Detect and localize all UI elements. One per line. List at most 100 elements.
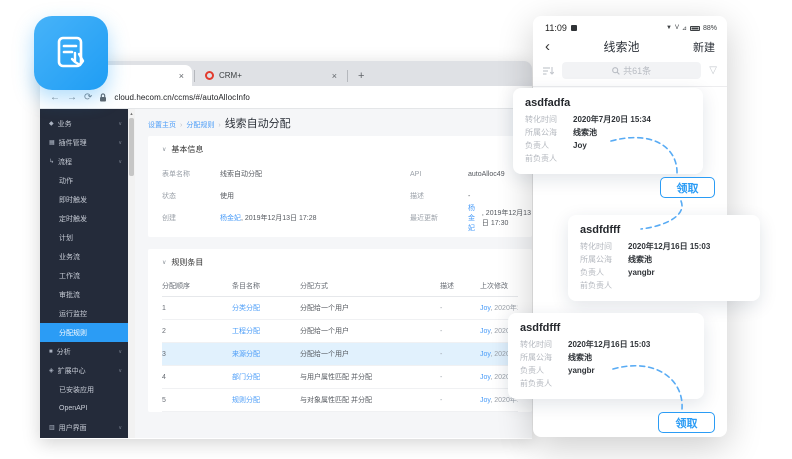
chart-icon: ■ (49, 349, 53, 355)
search-input[interactable]: 共61条 (562, 62, 701, 79)
rule-entry-link[interactable]: 部门分配 (232, 374, 260, 381)
ui-icon: ▥ (49, 424, 55, 431)
forward-icon[interactable]: → (67, 92, 77, 103)
table-row[interactable]: 2 工程分配 分配给一个用户 - Joy, 2020年12月 (162, 320, 518, 343)
sidebar-item-approval-flow[interactable]: 审批流 (40, 285, 128, 304)
sidebar-item-label: 业务流 (59, 252, 80, 262)
breadcrumb-separator: › (218, 122, 220, 129)
breadcrumb-link-allocation-rules[interactable]: 分配规则 (186, 120, 214, 130)
user-link[interactable]: 杨金妃 (468, 203, 482, 233)
lead-card[interactable]: asdfadfa 转化时间2020年7月20日 15:34 所属公海线索池 负责… (513, 88, 703, 174)
browser-tab-inactive[interactable]: CRM+ × (197, 65, 345, 86)
cell-desc: - (440, 328, 480, 335)
sidebar-item-installed-apps[interactable]: 已安装应用 (40, 380, 128, 399)
rule-entry-link[interactable]: 工程分配 (232, 328, 260, 335)
sidebar-scrollbar[interactable]: ▲ (128, 109, 135, 438)
sidebar-item-label: 工作流 (59, 271, 80, 281)
claim-button[interactable]: 领取 (658, 412, 715, 433)
rule-entry-link[interactable]: 分类分配 (232, 305, 260, 312)
table-row[interactable]: 4 部门分配 与用户属性匹配 并分配 - Joy, 2020年12月 (162, 366, 518, 389)
cell-desc: - (440, 351, 480, 358)
cell-method: 分配给一个用户 (300, 326, 440, 336)
cell-modified: , 2020年12月24日 11: (490, 305, 518, 312)
user-link[interactable]: Joy (480, 374, 490, 381)
rule-entries-panel: ∨ 规则条目 分配顺序 条目名称 分配方式 描述 上次修改 1 (148, 249, 532, 412)
sidebar-item-analysis[interactable]: ■ 分析 ∨ (40, 342, 128, 361)
cell-order: 2 (162, 328, 232, 335)
table-row[interactable]: 1 分类分配 分配给一个用户 - Joy, 2020年12月24日 11: (162, 297, 518, 320)
lead-field-label: 负责人 (520, 364, 568, 377)
create-new-button[interactable]: 新建 (693, 39, 715, 55)
scrollbar-thumb[interactable] (129, 118, 134, 176)
sidebar-item-label: 定时触发 (59, 214, 87, 224)
phone-page-title: 线索池 (550, 38, 693, 55)
sidebar-item-instant-trigger[interactable]: 即时触发 (40, 190, 128, 209)
url-text[interactable]: cloud.hecom.cn/ccms/#/autoAllocInfo (114, 93, 250, 102)
rule-entries-header[interactable]: ∨ 规则条目 (148, 249, 532, 272)
briefcase-icon: ◆ (49, 120, 54, 127)
user-link[interactable]: 杨金妃 (220, 213, 241, 223)
chevron-down-icon: ∨ (118, 349, 122, 355)
field-label: 表单名称 (162, 163, 220, 185)
table-header-row: 分配顺序 条目名称 分配方式 描述 上次修改 (162, 276, 518, 297)
lead-field-label: 所属公海 (525, 126, 573, 139)
tab-separator (194, 70, 195, 82)
sidebar-item-extension-center[interactable]: ◈扩展中心∨ (40, 361, 128, 380)
lead-field-value: yangbr (568, 364, 595, 377)
column-header: 分配顺序 (162, 281, 232, 291)
sidebar-item-label: 业务 (58, 119, 72, 129)
cell-method: 分配给一个用户 (300, 349, 440, 359)
sidebar-item-label: 动作 (59, 176, 73, 186)
claim-button[interactable]: 领取 (660, 177, 715, 198)
lead-field-label: 负责人 (580, 266, 628, 279)
basic-info-fields: 表单名称 线索自动分配 API autoAlloc49 状态 使用 描述 - 创… (148, 159, 532, 237)
sidebar-item-plan[interactable]: 计划 (40, 228, 128, 247)
sidebar-item-timed-trigger[interactable]: 定时触发 (40, 209, 128, 228)
sidebar-item-allocation-rules[interactable]: 分配规则 (40, 323, 128, 342)
column-header: 分配方式 (300, 281, 440, 291)
user-link[interactable]: Joy (480, 351, 490, 358)
user-link[interactable]: Joy (480, 328, 490, 335)
reload-icon[interactable]: ⟳ (84, 92, 92, 103)
lead-card[interactable]: asdfdfff 转化时间2020年12月16日 15:03 所属公海线索池 负… (508, 313, 704, 399)
tab-close-icon[interactable]: × (179, 71, 184, 81)
filter-icon[interactable]: ▽ (709, 65, 717, 76)
sidebar-item-business-flow[interactable]: 业务流 (40, 247, 128, 266)
field-value: 线索自动分配 (220, 163, 410, 185)
scroll-up-icon[interactable]: ▲ (128, 109, 135, 116)
sidebar-item-process[interactable]: ↳流程∨ (40, 152, 128, 171)
sidebar-item-run-monitor[interactable]: 运行监控 (40, 304, 128, 323)
collapse-caret-icon: ∨ (162, 146, 166, 153)
tab-close-icon[interactable]: × (332, 71, 337, 81)
rules-table: 分配顺序 条目名称 分配方式 描述 上次修改 1 分类分配 分配给一个用户 - … (162, 276, 518, 412)
lead-field-value: 2020年12月16日 15:03 (568, 338, 650, 351)
sidebar-item-business[interactable]: ◆业务∨ (40, 114, 128, 133)
sidebar-item-workflow[interactable]: 工作流 (40, 266, 128, 285)
sidebar-item-label: 即时触发 (59, 195, 87, 205)
sidebar-item-label: 审批流 (59, 290, 80, 300)
cell-order: 1 (162, 305, 232, 312)
rule-entry-link[interactable]: 规则分配 (232, 397, 260, 404)
lead-card[interactable]: asdfdfff 转化时间2020年12月16日 15:03 所属公海线索池 负… (568, 215, 760, 301)
sort-icon[interactable] (543, 66, 554, 76)
sidebar-item-label: 分析 (57, 347, 71, 357)
lead-field-value: 线索池 (628, 253, 652, 266)
table-row-selected[interactable]: 3 来源分配 分配给一个用户 - Joy, 2020年12月 (162, 343, 518, 366)
user-link[interactable]: Joy (480, 397, 490, 404)
table-row[interactable]: 5 规则分配 与对象属性匹配 并分配 - Joy, 2020年12月 (162, 389, 518, 412)
new-tab-button[interactable]: + (358, 70, 364, 82)
sidebar-item-user-interface[interactable]: ▥用户界面∨ (40, 418, 128, 437)
sidebar-item-label: 分配规则 (59, 328, 87, 338)
lead-title: asdfdfff (580, 224, 748, 236)
app-indicator-icon (571, 25, 577, 31)
lead-field-value: yangbr (628, 266, 655, 279)
sidebar-item-plugin-management[interactable]: ▦插件管理∨ (40, 133, 128, 152)
breadcrumb-link-settings-home[interactable]: 设置主页 (148, 120, 176, 130)
back-icon[interactable]: ← (50, 92, 60, 103)
sidebar-item-openapi[interactable]: OpenAPI (40, 399, 128, 418)
lead-field-value: 2020年12月16日 15:03 (628, 240, 710, 253)
user-link[interactable]: Joy (480, 305, 490, 312)
rule-entry-link[interactable]: 来源分配 (232, 351, 260, 358)
sidebar-item-action[interactable]: 动作 (40, 171, 128, 190)
basic-info-header[interactable]: ∨ 基本信息 (148, 136, 532, 159)
